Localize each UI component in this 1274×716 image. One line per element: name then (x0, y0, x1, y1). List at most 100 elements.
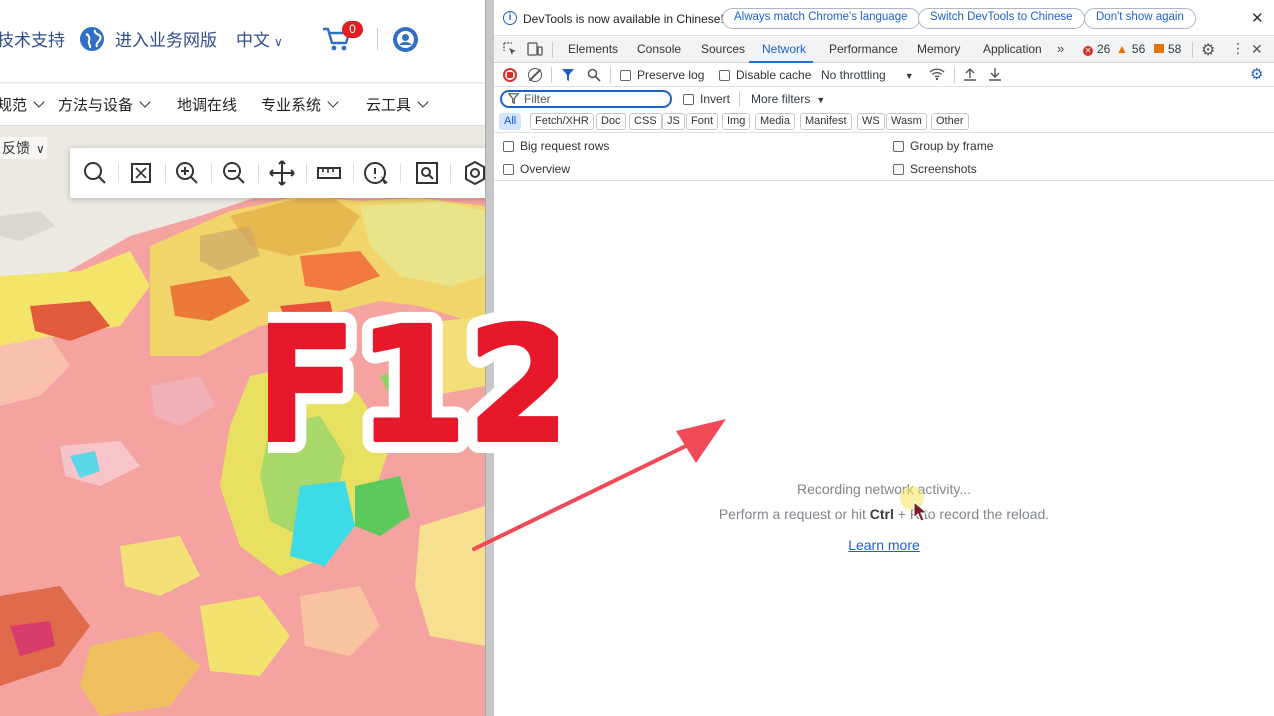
disable-cache-checkbox[interactable]: Disable cache (719, 68, 811, 82)
device-toolbar-icon[interactable] (527, 42, 543, 56)
tab-elements[interactable]: Elements (568, 42, 618, 56)
close-icon[interactable]: ✕ (1251, 9, 1264, 27)
warning-count[interactable]: ▲ 56 (1116, 42, 1145, 56)
nav-item-methods[interactable]: 方法与设备 (58, 94, 151, 115)
dropdown-arrow-icon: ▼ (816, 95, 826, 105)
nav-label: 云工具 (366, 97, 412, 114)
filter-input[interactable]: Filter (500, 90, 672, 108)
tab-memory[interactable]: Memory (917, 42, 960, 56)
type-chip-fetch-xhr[interactable]: Fetch/XHR (530, 113, 594, 130)
zoom-out-icon[interactable] (219, 158, 249, 188)
search-icon[interactable] (587, 68, 601, 85)
full-extent-icon[interactable] (126, 158, 156, 188)
tab-performance[interactable]: Performance (829, 42, 898, 56)
filter-funnel-icon[interactable] (561, 68, 575, 85)
big-request-rows-checkbox[interactable]: Big request rows (503, 139, 609, 153)
issue-icon (1154, 44, 1164, 53)
group-by-frame-checkbox[interactable]: Group by frame (893, 139, 993, 153)
overview-checkbox[interactable]: Overview (503, 162, 570, 176)
reload-hint-text: Perform a request or hit (718, 506, 870, 522)
dont-show-again-button[interactable]: Don't show again (1084, 8, 1196, 29)
tab-console[interactable]: Console (637, 42, 681, 56)
network-options: Big request rows Group by frame Overview… (494, 133, 1274, 181)
tabbar-separator (610, 67, 611, 83)
tab-sources[interactable]: Sources (701, 42, 745, 56)
tabbar-separator (1192, 42, 1193, 58)
kebab-menu-icon[interactable]: ⋮ (1231, 40, 1245, 57)
gear-icon[interactable]: ⚙ (1201, 40, 1215, 60)
checkbox-box (503, 163, 514, 175)
zoom-in-icon[interactable] (172, 158, 202, 188)
checkbox-box (620, 69, 631, 81)
throttling-select[interactable]: No throttling ▼ (821, 68, 914, 82)
nav-item-online[interactable]: 地调在线 (177, 94, 237, 115)
checkbox-box (719, 69, 730, 81)
tech-support-link[interactable]: 技术支持 (0, 26, 65, 51)
toolbar-separator (118, 163, 119, 183)
match-language-button[interactable]: Always match Chrome's language (722, 8, 920, 29)
type-chip-ws[interactable]: WS (857, 113, 885, 130)
type-chip-font[interactable]: Font (686, 113, 719, 130)
issue-count[interactable]: 58 (1154, 42, 1181, 56)
site-nav: 规范 方法与设备 地调在线 专业系统 云工具 (0, 84, 485, 126)
site-topbar: 技术支持 进入业务网版 中文 ∨ 0 (0, 0, 485, 83)
feedback-label: 反馈 (2, 140, 30, 156)
tabbar-separator (551, 67, 552, 83)
tab-network[interactable]: Network (762, 42, 806, 56)
globe-icon (79, 26, 105, 52)
more-filters-dropdown[interactable]: More filters ▼ (751, 92, 825, 106)
type-chip-js[interactable]: JS (662, 113, 685, 130)
identify-icon[interactable] (361, 158, 391, 188)
zoom-box-icon[interactable] (412, 158, 442, 188)
import-har-icon[interactable] (963, 67, 977, 84)
network-conditions-icon[interactable] (929, 67, 945, 84)
group-frame-label: Group by frame (910, 139, 994, 153)
checkbox-box (893, 163, 904, 175)
screenshots-label: Screenshots (910, 162, 977, 176)
nav-item-cloud-tools[interactable]: 云工具 (366, 94, 429, 115)
search-icon[interactable] (80, 158, 110, 188)
tab-application[interactable]: Application (983, 42, 1042, 56)
measure-icon[interactable] (314, 158, 344, 188)
locate-icon[interactable] (460, 158, 485, 188)
user-avatar-icon[interactable] (392, 26, 419, 53)
screen: 技术支持 进入业务网版 中文 ∨ 0 规范 方法与设备 地调在线 专业系统 云工具 (0, 0, 1274, 716)
close-devtools-icon[interactable]: ✕ (1251, 41, 1263, 58)
feedback-menu[interactable]: 反馈 ∨ (0, 137, 47, 159)
error-count[interactable]: ✕ 26 (1083, 42, 1110, 56)
tabbar-separator (739, 91, 740, 107)
business-site-link[interactable]: 进入业务网版 (115, 26, 217, 51)
issue-count-label: 58 (1168, 42, 1182, 56)
type-chip-other[interactable]: Other (931, 113, 969, 130)
type-chip-css[interactable]: CSS (629, 113, 662, 130)
toolbar-separator (258, 163, 259, 183)
type-chip-doc[interactable]: Doc (596, 113, 626, 130)
type-chip-media[interactable]: Media (755, 113, 795, 130)
toolbar-separator (353, 163, 354, 183)
big-rows-label: Big request rows (520, 139, 610, 153)
switch-chinese-button[interactable]: Switch DevTools to Chinese (918, 8, 1085, 29)
chevron-down-icon (327, 96, 339, 108)
topbar-separator (377, 28, 378, 50)
cart-badge: 0 (342, 21, 363, 38)
record-icon[interactable] (503, 68, 517, 82)
type-chip-wasm[interactable]: Wasm (886, 113, 927, 130)
preserve-log-label: Preserve log (637, 68, 705, 82)
pan-icon[interactable] (267, 158, 297, 188)
inspect-element-icon[interactable] (503, 42, 517, 56)
preserve-log-checkbox[interactable]: Preserve log (620, 68, 704, 82)
screenshots-checkbox[interactable]: Screenshots (893, 162, 977, 176)
language-select[interactable]: 中文 ∨ (236, 26, 283, 51)
more-tabs-icon[interactable]: » (1057, 41, 1064, 56)
nav-item-systems[interactable]: 专业系统 (261, 94, 339, 115)
type-chip-all[interactable]: All (499, 113, 522, 130)
export-har-icon[interactable] (988, 67, 1002, 84)
clear-icon[interactable] (528, 68, 542, 82)
type-chip-manifest[interactable]: Manifest (800, 113, 852, 130)
network-settings-icon[interactable]: ⚙ (1250, 65, 1263, 83)
checkbox-box (893, 140, 904, 152)
invert-checkbox[interactable]: Invert (683, 92, 730, 106)
learn-more-link[interactable]: Learn more (848, 537, 920, 553)
nav-item-standards[interactable]: 规范 (0, 94, 45, 115)
type-chip-img[interactable]: Img (722, 113, 751, 130)
